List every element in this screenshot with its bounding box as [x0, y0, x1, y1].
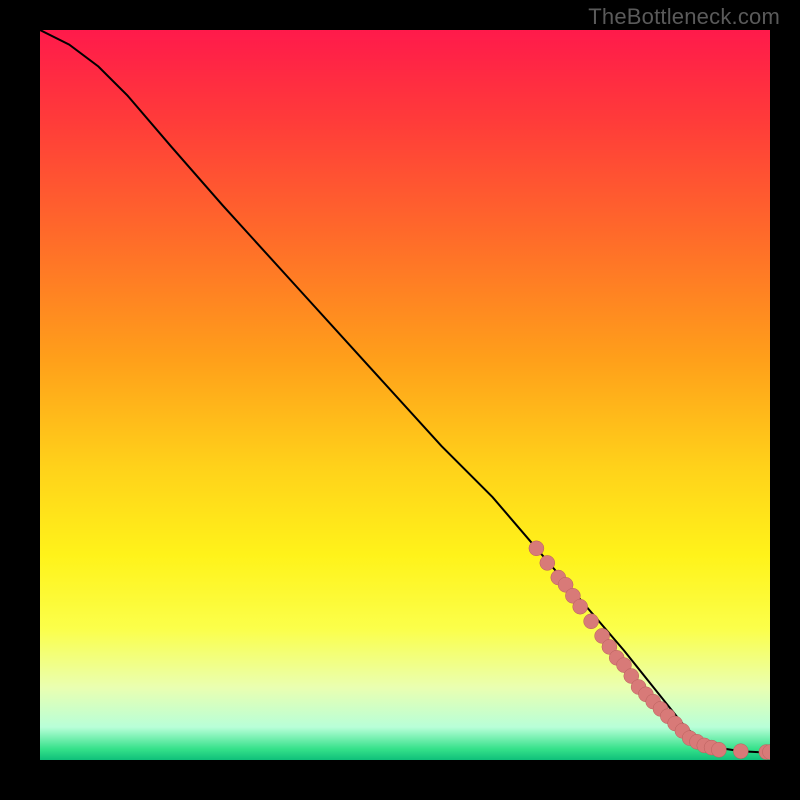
data-point — [573, 599, 588, 614]
chart-container: TheBottleneck.com — [0, 0, 800, 800]
data-point — [529, 541, 544, 556]
data-point — [733, 744, 748, 759]
chart-svg — [40, 30, 770, 760]
plot-area — [40, 30, 770, 760]
data-point — [711, 742, 726, 757]
gradient-background — [40, 30, 770, 760]
watermark-text: TheBottleneck.com — [588, 4, 780, 30]
data-point — [540, 555, 555, 570]
data-point — [584, 614, 599, 629]
